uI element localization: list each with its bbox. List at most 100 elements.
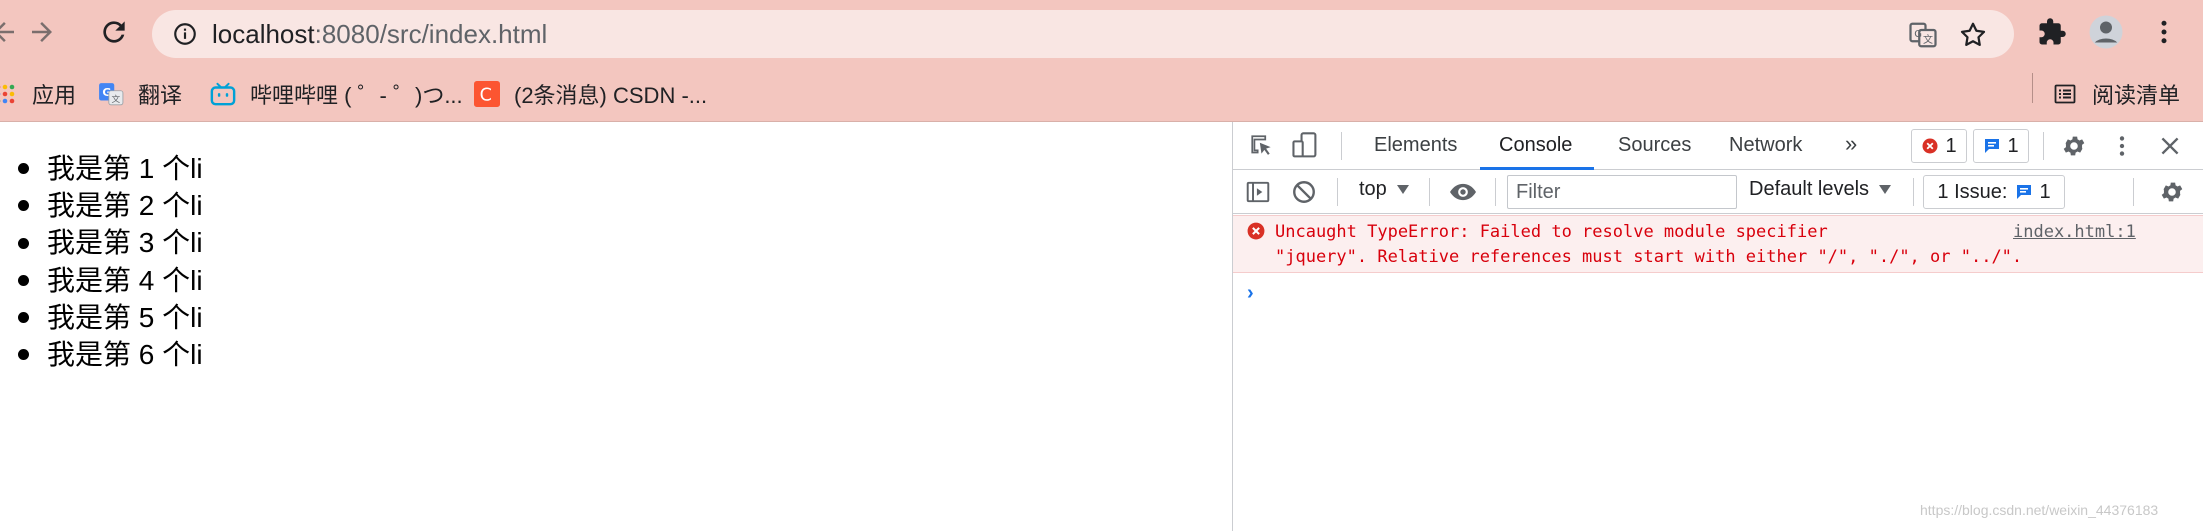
error-count: 1 xyxy=(1945,134,1957,157)
site-info-icon[interactable] xyxy=(172,21,198,47)
toolbar-divider xyxy=(1341,132,1342,160)
bookmark-label: 翻译 xyxy=(138,83,183,108)
bookmark-translate[interactable]: G文 翻译 xyxy=(98,76,182,112)
devtools-more-options-icon[interactable] xyxy=(2109,133,2135,164)
bookmark-bilibili[interactable]: 哔哩哔哩 ( ゜- ゜)つ... xyxy=(210,76,463,112)
reload-icon[interactable] xyxy=(96,14,132,50)
list-item: 我是第 3 个li xyxy=(18,224,203,261)
bilibili-icon xyxy=(210,81,236,107)
reading-list-icon xyxy=(2052,81,2078,107)
browser-toolbar: localhost:8080/src/index.html G文 xyxy=(0,0,2203,66)
tab-sources[interactable]: Sources xyxy=(1618,134,1691,157)
tab-elements[interactable]: Elements xyxy=(1374,134,1457,157)
bullet-icon xyxy=(18,200,29,212)
bookmark-label: 应用 xyxy=(32,83,77,108)
bullet-icon xyxy=(18,274,29,286)
console-toolbar: top Default levels 1 Issue: 1 xyxy=(1233,170,2203,214)
close-devtools-icon[interactable] xyxy=(2157,133,2183,164)
page-viewport: 我是第 1 个li 我是第 2 个li 我是第 3 个li 我是第 4 个li … xyxy=(0,122,1232,531)
console-settings-gear-icon[interactable] xyxy=(2159,179,2185,210)
console-error-message: Uncaught TypeError: Failed to resolve mo… xyxy=(1233,215,2203,273)
bookmark-star-icon[interactable] xyxy=(1958,20,1988,50)
inspect-element-icon[interactable] xyxy=(1249,133,1275,164)
bookmarks-bar: 应用 G文 翻译 哔哩哔哩 ( ゜- ゜)つ... C (2条消息) CSDN … xyxy=(0,66,2203,122)
toolbar-divider xyxy=(1429,178,1430,206)
list-item: 我是第 2 个li xyxy=(18,187,203,224)
list-item-text: 我是第 6 个li xyxy=(47,339,203,371)
message-count: 1 xyxy=(2007,134,2019,157)
toolbar-divider xyxy=(1337,178,1338,206)
reading-list-button[interactable]: 阅读清单 xyxy=(2052,76,2180,112)
svg-text:C: C xyxy=(480,86,492,106)
toolbar-divider xyxy=(1495,178,1496,206)
reading-list-label: 阅读清单 xyxy=(2092,83,2181,108)
tab-network[interactable]: Network xyxy=(1729,134,1802,157)
list-item: 我是第 1 个li xyxy=(18,150,203,187)
address-bar[interactable]: localhost:8080/src/index.html G文 xyxy=(152,10,2014,58)
svg-text:文: 文 xyxy=(112,93,121,105)
list-item: 我是第 6 个li xyxy=(18,336,203,373)
profile-avatar-icon[interactable] xyxy=(2088,14,2124,50)
watermark: https://blog.csdn.net/weixin_44376183 xyxy=(1920,502,2159,518)
error-line: Uncaught TypeError: Failed to resolve mo… xyxy=(1275,222,1828,242)
bookmark-csdn[interactable]: C (2条消息) CSDN -... xyxy=(474,76,707,112)
list-item: 我是第 4 个li xyxy=(18,262,203,299)
bullet-icon xyxy=(18,311,29,323)
log-levels-dropdown[interactable]: Default levels xyxy=(1749,178,1892,201)
toolbar-divider xyxy=(1913,178,1914,206)
list-item: 我是第 5 个li xyxy=(18,299,203,336)
error-count-badge[interactable]: 1 xyxy=(1911,129,1967,163)
toolbar-divider xyxy=(2043,132,2044,160)
forward-icon[interactable] xyxy=(24,14,60,50)
error-x-icon xyxy=(1247,222,1265,240)
error-line: "jquery". Relative references must start… xyxy=(1275,247,2023,267)
li-list: 我是第 1 个li 我是第 2 个li 我是第 3 个li 我是第 4 个li … xyxy=(18,150,203,373)
show-sidebar-icon[interactable] xyxy=(1245,179,1271,210)
settings-gear-icon[interactable] xyxy=(2061,133,2087,164)
issues-count: 1 xyxy=(2039,180,2051,203)
google-translate-icon: G文 xyxy=(98,81,124,107)
message-icon xyxy=(2015,183,2033,201)
context-label: top xyxy=(1359,178,1387,200)
issues-label: 1 Issue: xyxy=(1937,180,2008,203)
bookmarks-divider xyxy=(2032,73,2033,103)
bookmark-label: 哔哩哔哩 ( ゜- ゜)つ... xyxy=(250,83,463,108)
devtools-tab-bar: Elements Console Sources Network » 1 1 xyxy=(1233,122,2203,170)
error-text: Uncaught TypeError: Failed to resolve mo… xyxy=(1275,220,2022,270)
bullet-icon xyxy=(18,163,29,175)
issues-button[interactable]: 1 Issue: 1 xyxy=(1923,175,2065,209)
levels-label: Default levels xyxy=(1749,178,1870,200)
dropdown-caret-icon xyxy=(1879,185,1892,194)
bookmark-label: (2条消息) CSDN -... xyxy=(514,83,708,108)
device-toolbar-icon[interactable] xyxy=(1291,131,1319,166)
svg-text:文: 文 xyxy=(1923,33,1933,46)
back-icon[interactable] xyxy=(0,14,22,50)
browser-menu-icon[interactable] xyxy=(2146,14,2182,50)
bullet-icon xyxy=(18,237,29,249)
live-expression-eye-icon[interactable] xyxy=(1447,179,1479,210)
message-count-badge[interactable]: 1 xyxy=(1973,129,2029,163)
list-item-text: 我是第 3 个li xyxy=(47,227,203,259)
filter-input[interactable] xyxy=(1508,176,1736,208)
toolbar-divider xyxy=(2133,178,2134,206)
list-item-text: 我是第 1 个li xyxy=(47,153,203,184)
translate-page-icon[interactable]: G文 xyxy=(1908,20,1938,50)
svg-text:G: G xyxy=(1914,29,1922,40)
context-selector[interactable]: top xyxy=(1359,178,1409,201)
error-source-link[interactable]: index.html:1 xyxy=(2013,220,2136,245)
list-item-text: 我是第 4 个li xyxy=(47,264,203,296)
url-text[interactable]: localhost:8080/src/index.html xyxy=(212,19,547,50)
tab-console[interactable]: Console xyxy=(1499,134,1572,157)
list-item-text: 我是第 5 个li xyxy=(47,301,203,333)
csdn-icon: C xyxy=(474,81,500,107)
extensions-puzzle-icon[interactable] xyxy=(2034,14,2070,50)
bookmark-apps[interactable]: 应用 xyxy=(0,76,76,112)
more-tabs-chevron-icon[interactable]: » xyxy=(1845,131,1857,157)
clear-console-icon[interactable] xyxy=(1291,179,1317,210)
bullet-icon xyxy=(18,349,29,361)
dropdown-caret-icon xyxy=(1396,185,1409,194)
list-item-text: 我是第 2 个li xyxy=(47,190,203,222)
console-prompt-chevron-icon[interactable]: › xyxy=(1247,282,1254,305)
console-filter-field[interactable] xyxy=(1507,175,1737,209)
error-x-icon xyxy=(1921,137,1939,155)
